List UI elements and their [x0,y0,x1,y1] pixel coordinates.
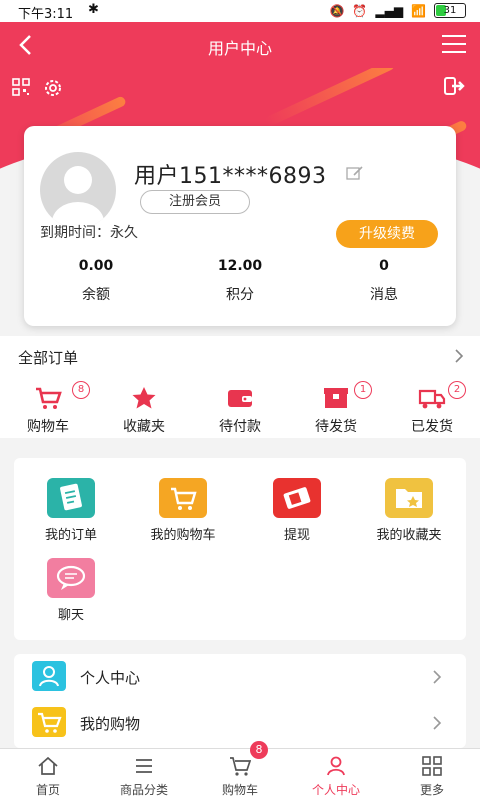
status-bar: 下午3:11 ✱ 🔕 ⏰ ▂▄▆ 📶 31 [0,0,480,22]
settings-gear-icon[interactable] [42,77,64,99]
stat-value: 0.00 [78,258,114,274]
cart-count-badge: 8 [250,741,268,759]
logout-icon[interactable] [444,76,466,96]
cart-icon [159,478,207,518]
tile-my-favorites[interactable]: 我的收藏夹 [354,478,464,543]
order-item-favorites[interactable]: 收藏夹 [96,378,192,438]
stat-value: 12.00 [217,258,263,274]
order-item-label: 购物车 [27,419,69,435]
stat-label: 消息 [370,287,398,303]
stat-label: 积分 [226,287,254,303]
chevron-right-icon [455,349,464,363]
tab-home[interactable]: 首页 [0,749,96,801]
order-item-label: 待付款 [219,419,261,435]
stat-messages[interactable]: 0 消息 [312,254,456,314]
stat-value: 0 [379,258,389,274]
tile-label: 提现 [283,528,310,543]
stats-row: 0.00 余额 12.00 积分 0 消息 [24,254,456,314]
tab-label: 商品分类 [119,783,168,797]
bottom-tab-bar: 首页 商品分类 8 购物车 个人中心 更多 [0,741,480,801]
member-level-badge: 注册会员 [140,190,250,214]
pending-shipment-badge: 1 [354,381,372,399]
upgrade-button[interactable]: 升级续费 [336,220,438,248]
tab-personal-center[interactable]: 个人中心 [288,749,384,801]
stat-balance[interactable]: 0.00 余额 [24,254,168,314]
tab-categories[interactable]: 商品分类 [96,749,192,801]
tile-label: 我的收藏夹 [376,528,442,543]
tab-label: 更多 [419,783,444,797]
list-item-personal-center[interactable]: 个人中心 [14,654,466,700]
list-item-label: 我的购物 [80,715,141,733]
tab-label: 个人中心 [311,783,360,797]
list-item-label: 个人中心 [80,669,141,687]
tile-chat[interactable]: 聊天 [16,558,126,623]
grid-icon [422,756,442,776]
app-header: 用户中心 [0,22,480,68]
page-title: 用户中心 [207,39,272,58]
tile-label: 我的购物车 [150,528,216,543]
stat-points[interactable]: 12.00 积分 [168,254,312,314]
chat-icon [47,558,95,598]
order-item-label: 已发货 [411,419,453,435]
tab-label: 首页 [35,783,60,797]
profile-card: 用户151****6893 注册会员 到期时间：永久 升级续费 0.00 余额 … [24,126,456,326]
tab-cart[interactable]: 8 购物车 [192,741,288,801]
cart-icon [36,387,62,409]
folder-star-icon [385,478,433,518]
tab-label: 购物车 [221,783,258,797]
truck-icon [418,389,446,409]
feature-grid: 我的订单 我的购物车 提现 我的收藏夹 聊天 [14,458,466,640]
cart-count-badge: 8 [72,381,90,399]
wifi-icon: 📶 [411,3,426,18]
battery-level: 31 [443,5,457,16]
tile-my-orders[interactable]: 我的订单 [16,478,126,543]
all-orders-label: 全部订单 [18,349,79,367]
tile-my-cart[interactable]: 我的购物车 [128,478,238,543]
battery-icon: 31 [434,3,466,18]
tile-label: 聊天 [57,608,84,623]
mute-icon: 🔕 [329,3,345,18]
shipped-badge: 2 [448,381,466,399]
order-list-icon [47,478,95,518]
order-item-cart[interactable]: 8 购物车 [0,378,96,438]
cart-icon [32,707,66,737]
list-icon [136,759,152,773]
order-item-pending-shipment[interactable]: 1 待发货 [288,378,384,438]
stat-label: 余额 [82,287,110,303]
order-shortcuts: 8 购物车 收藏夹 待付款 1 待发货 2 已发货 [0,378,480,438]
order-item-label: 收藏夹 [123,419,165,435]
tile-label: 我的订单 [44,528,97,543]
list-item-my-shopping[interactable]: 我的购物 [14,700,466,746]
order-item-shipped[interactable]: 2 已发货 [384,378,480,438]
home-icon [38,756,58,775]
withdraw-icon [273,478,321,518]
qr-code-icon[interactable] [12,78,30,96]
tile-withdraw[interactable]: 提现 [242,478,352,543]
expiry-text: 到期时间：永久 [40,225,138,241]
chevron-right-icon [433,670,442,684]
edit-icon[interactable] [346,166,364,180]
hamburger-menu-icon[interactable] [442,35,466,55]
signal-icon: ▂▄▆ [375,3,404,18]
bluetooth-icon: ✱ [88,2,99,17]
username: 用户151****6893 [134,164,327,189]
person-icon [327,756,345,776]
cart-icon [230,757,252,776]
status-time: 下午3:11 [18,7,74,22]
tab-more[interactable]: 更多 [384,749,480,801]
chevron-right-icon [433,716,442,730]
avatar[interactable] [40,152,116,228]
wallet-icon [228,390,252,407]
status-icons: 🔕 ⏰ ▂▄▆ 📶 31 [329,3,466,18]
person-icon [32,661,66,691]
star-icon [132,387,156,409]
order-item-label: 待发货 [315,419,357,435]
menu-list: 个人中心 我的购物 [14,654,466,748]
all-orders-row[interactable]: 全部订单 [0,336,480,379]
alarm-icon: ⏰ [352,3,368,18]
order-item-pending-payment[interactable]: 待付款 [192,378,288,438]
package-icon [324,388,348,408]
